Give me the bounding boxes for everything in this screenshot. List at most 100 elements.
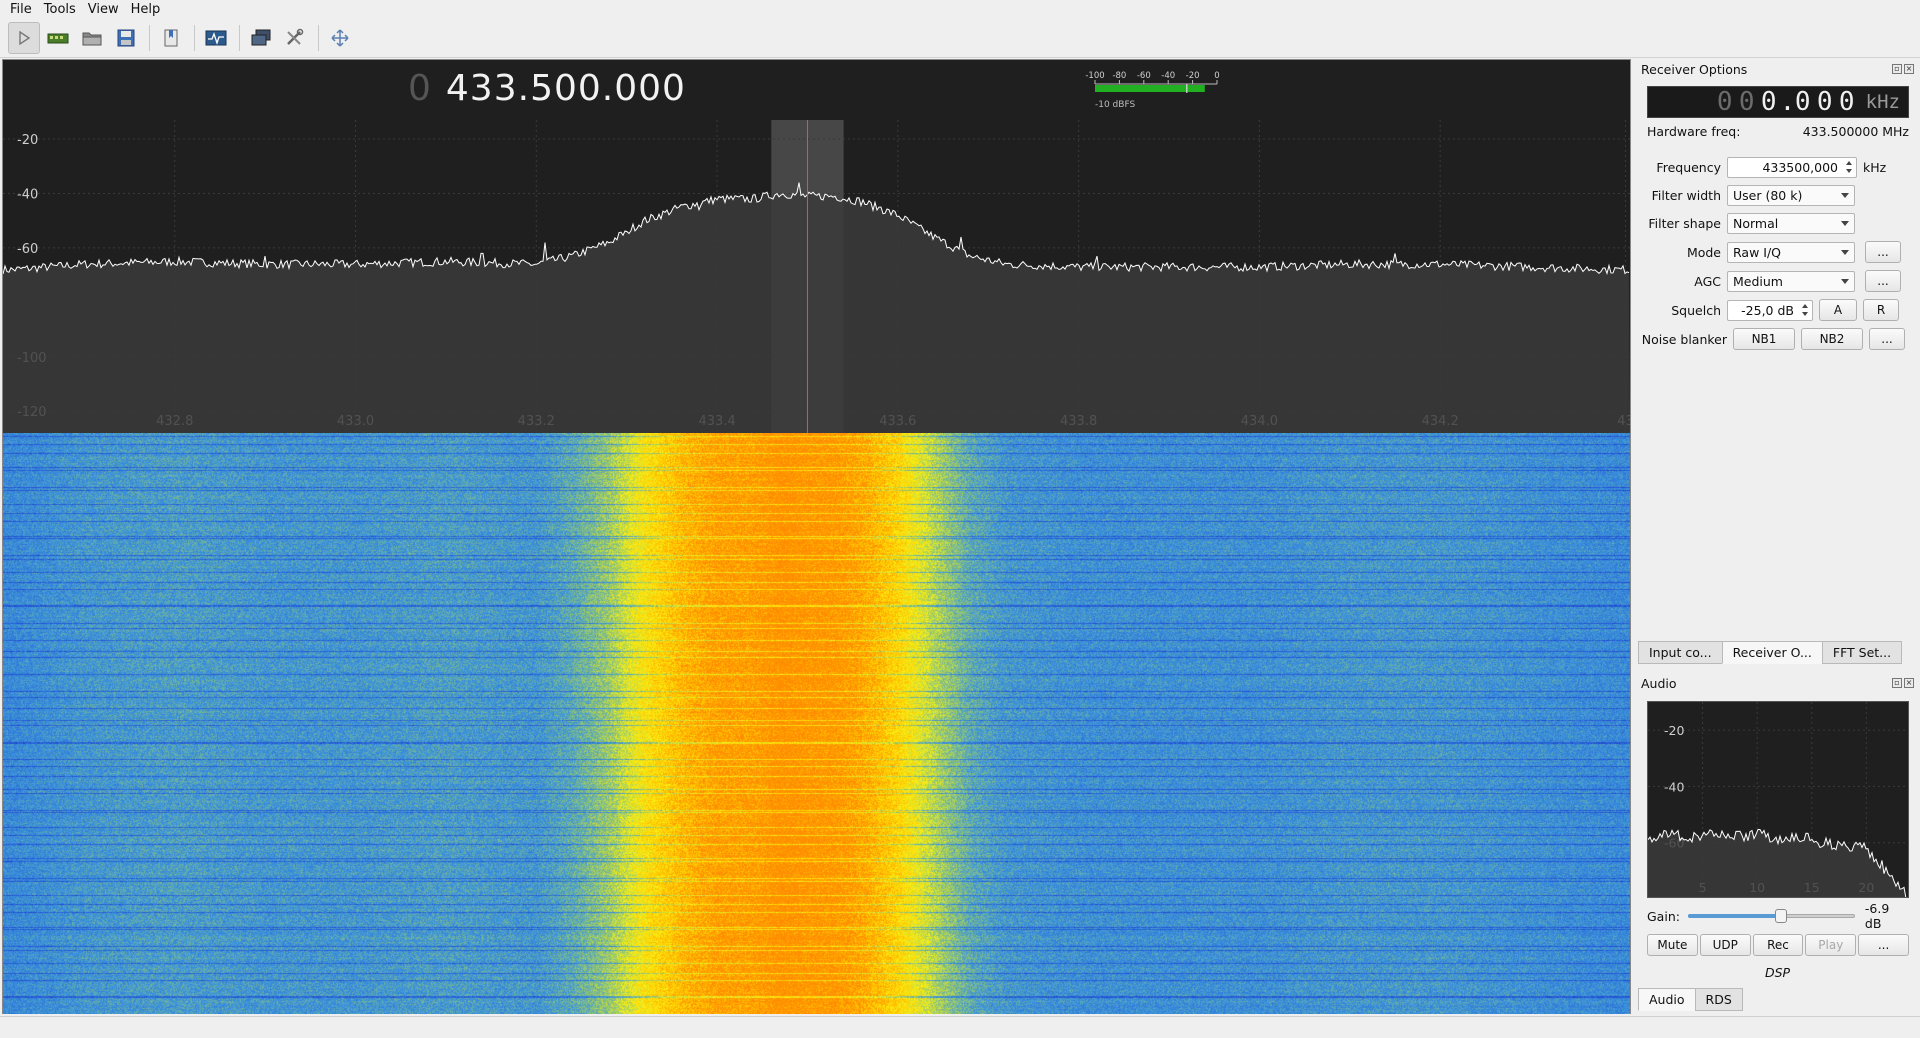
y-tick-label: -40 — [17, 187, 38, 202]
lcd-unit: kHz — [1865, 91, 1900, 113]
meter-tick-label: 0 — [1214, 71, 1219, 81]
menu-help[interactable]: Help — [125, 0, 167, 19]
toolbar-separator — [194, 25, 195, 51]
mode-value: Raw I/Q — [1733, 244, 1782, 260]
agc-combo[interactable]: Medium — [1727, 270, 1855, 292]
spin-arrows-icon[interactable] — [1842, 159, 1855, 176]
mode-row: Mode Raw I/Q ... — [1635, 241, 1920, 263]
meter-level-bar — [1095, 85, 1205, 92]
noise-blanker-row: Noise blanker NB1 NB2 ... — [1635, 328, 1920, 350]
gain-label: Gain: — [1647, 908, 1680, 924]
io-devices-button[interactable] — [42, 22, 74, 54]
start-dsp-button[interactable] — [8, 22, 40, 54]
close-icon[interactable]: × — [1904, 678, 1914, 688]
tab-fft-settings[interactable]: FFT Set... — [1821, 641, 1903, 664]
tab-rds[interactable]: RDS — [1694, 988, 1743, 1011]
meter-tick-label: -100 — [1085, 71, 1104, 81]
menu-view[interactable]: View — [82, 0, 125, 19]
lcd-digit: 0 — [1738, 87, 1755, 117]
nb2-button[interactable]: NB2 — [1801, 328, 1863, 350]
status-bar — [0, 1016, 1920, 1038]
tab-receiver-options[interactable]: Receiver O... — [1721, 641, 1823, 664]
agc-value: Medium — [1733, 273, 1783, 289]
remote-control-button[interactable] — [245, 22, 277, 54]
agc-row: AGC Medium ... — [1635, 270, 1920, 292]
tab-audio[interactable]: Audio — [1638, 988, 1696, 1011]
udp-button[interactable]: UDP — [1699, 934, 1751, 956]
audio-options-button[interactable]: ... — [1858, 934, 1909, 956]
meter-tick-label: -40 — [1161, 71, 1175, 81]
hardware-icon — [47, 33, 69, 44]
squelch-label: Squelch — [1671, 302, 1721, 318]
bottom-dock-tabs: Audio RDS — [1638, 988, 1743, 1011]
hardware-freq-value: 433.500000 MHz — [1802, 124, 1909, 139]
squelch-auto-button[interactable]: A — [1819, 299, 1857, 321]
save-settings-button[interactable] — [110, 22, 142, 54]
slider-handle[interactable] — [1775, 909, 1788, 923]
receiver-options-header: Receiver Options ▫ × — [1641, 60, 1914, 78]
mode-options-button[interactable]: ... — [1865, 241, 1901, 263]
filter-shape-value: Normal — [1733, 215, 1779, 231]
lcd-digit: 0 — [1838, 87, 1855, 117]
filter-width-label: Filter width — [1651, 187, 1721, 203]
filter-offset-lcd[interactable]: 0 0 0 . 0 0 0 kHz — [1647, 86, 1909, 118]
y-tick-label: -40 — [1664, 779, 1684, 794]
menu-file[interactable]: File — [4, 0, 38, 19]
float-icon[interactable]: ▫ — [1892, 64, 1902, 74]
filter-width-combo[interactable]: User (80 k) — [1727, 184, 1855, 206]
spectrum-panel: 432.8433.0433.2433.4433.6433.8434.0434.2… — [2, 59, 1631, 1014]
signal-meter: -100 -80 -60 -40 -20 0 -10 dBFS — [1085, 70, 1225, 110]
agc-options-button[interactable]: ... — [1865, 270, 1901, 292]
menu-tools[interactable]: Tools — [38, 0, 82, 19]
mode-combo[interactable]: Raw I/Q — [1727, 241, 1855, 263]
audio-spectrum-fill — [1648, 829, 1906, 897]
chevron-down-icon — [1841, 278, 1849, 284]
top-dock-tabs: Input co... Receiver O... FFT Set... — [1638, 641, 1903, 664]
meter-tick-label: -80 — [1112, 71, 1126, 81]
add-bookmark-button[interactable] — [155, 22, 187, 54]
play-button[interactable]: Play — [1805, 934, 1857, 956]
fullscreen-button[interactable] — [324, 22, 356, 54]
filter-shape-combo[interactable]: Normal — [1727, 212, 1855, 234]
audio-fft-plot: -20-40-605101520 — [1647, 701, 1909, 898]
right-dock: Receiver Options ▫ × 0 0 0 . 0 0 0 kHz H… — [1635, 59, 1920, 1016]
meter-tick-label: -60 — [1137, 71, 1151, 81]
y-tick-label: -20 — [17, 133, 38, 148]
fft-svg: 432.8433.0433.2433.4433.6433.8434.0434.2… — [3, 120, 1630, 433]
load-settings-button[interactable] — [76, 22, 108, 54]
hardware-freq-row: Hardware freq: 433.500000 MHz — [1647, 124, 1909, 139]
open-icon — [82, 32, 102, 46]
mute-button[interactable]: Mute — [1647, 934, 1698, 956]
filter-shape-label: Filter shape — [1648, 215, 1721, 231]
nb1-button[interactable]: NB1 — [1733, 328, 1795, 350]
center-frequency-display[interactable]: 0 433.500.000 — [408, 68, 686, 112]
float-icon[interactable]: ▫ — [1892, 678, 1902, 688]
close-icon[interactable]: × — [1904, 64, 1914, 74]
remote-icon — [251, 29, 271, 46]
gain-slider[interactable] — [1687, 909, 1855, 923]
audio-buttons: Mute UDP Rec Play ... — [1647, 934, 1909, 956]
toolbar-separator — [318, 25, 319, 51]
configure-button[interactable] — [279, 22, 311, 54]
squelch-spinbox[interactable]: -25,0 dB — [1727, 299, 1813, 321]
agc-label: AGC — [1694, 273, 1721, 289]
frequency-spinbox[interactable]: 433500,000 — [1727, 156, 1857, 178]
frequency-row: Frequency 433500,000 kHz — [1635, 156, 1920, 178]
filter-width-value: User (80 k) — [1733, 187, 1803, 203]
toolbar-separator — [149, 25, 150, 51]
noise-blanker-options-button[interactable]: ... — [1869, 328, 1905, 350]
fft-plot[interactable]: 432.8433.0433.2433.4433.6433.8434.0434.2… — [3, 60, 1630, 433]
record-button[interactable]: Rec — [1752, 934, 1804, 956]
waterfall[interactable] — [3, 433, 1630, 1014]
tab-input-controls[interactable]: Input co... — [1638, 641, 1723, 664]
audio-fft-svg: -20-40-605101520 — [1648, 702, 1908, 897]
lcd-digit: 0 — [1794, 87, 1811, 117]
audio-title: Audio — [1641, 675, 1677, 691]
squelch-reset-button[interactable]: R — [1863, 299, 1899, 321]
spin-arrows-icon[interactable] — [1798, 302, 1811, 319]
lcd-digit: 0 — [1760, 87, 1777, 117]
dsp-button[interactable] — [200, 22, 232, 54]
fullscreen-icon — [331, 29, 349, 47]
chevron-down-icon — [1841, 220, 1849, 226]
waterfall-canvas — [3, 433, 1630, 1014]
